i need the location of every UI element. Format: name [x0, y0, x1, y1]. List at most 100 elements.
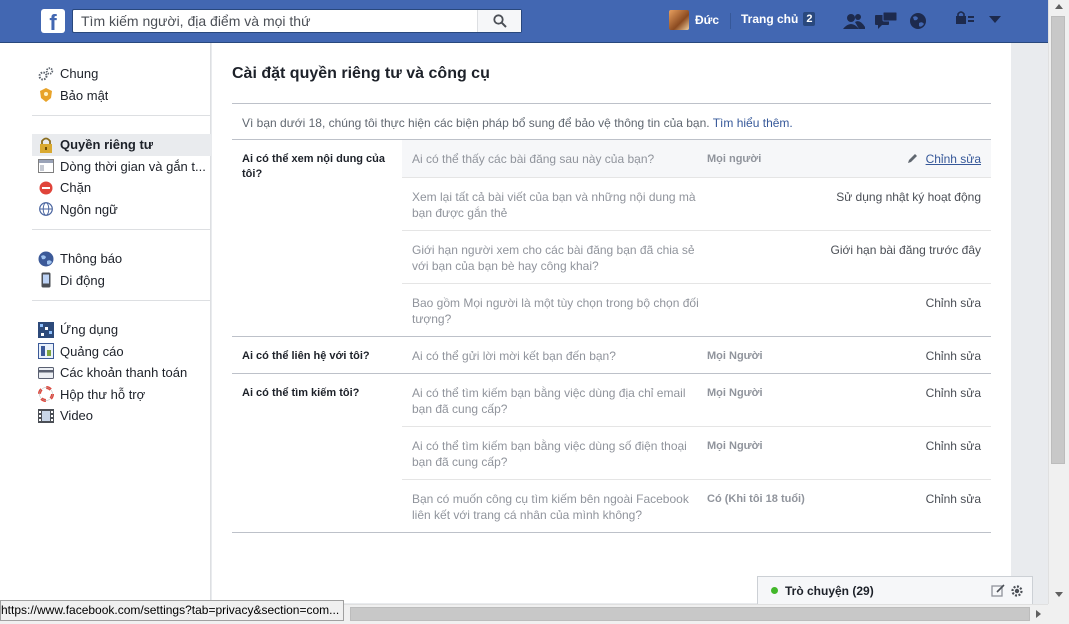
settings-sidebar: Chung Bảo mật Quyền riêng tư Dòng thời gian…: [0, 43, 211, 603]
sidebar-item-label: Các khoản thanh toán: [60, 365, 188, 381]
sidebar-item-cac-khoan-thanh-toan[interactable]: Các khoản thanh toán: [32, 362, 211, 384]
settings-content: Cài đặt quyền riêng tư và công cụ Vì bạn…: [212, 43, 1011, 603]
setting-row[interactable]: Ai có thể gửi lời mời kết bạn đến bạn? Mọ…: [402, 337, 991, 373]
sidebar-item-chung[interactable]: Chung: [32, 63, 211, 85]
setting-value: Mọi Người: [707, 349, 763, 362]
lifebuoy-icon: [38, 386, 54, 403]
setting-row[interactable]: Xem lại tất cả bài viết của bạn và những…: [402, 178, 991, 231]
scrollbar-corner: [1048, 604, 1069, 624]
vertical-scroll-thumb[interactable]: [1051, 16, 1065, 464]
search-icon: [492, 14, 507, 28]
sidebar-item-thong-bao[interactable]: Thông báo: [32, 248, 211, 270]
home-label: Trang chủ: [741, 12, 799, 26]
settings-section: Ai có thể tìm kiếm tôi? Ai có thể tìm kiế…: [232, 374, 991, 533]
sidebar-item-quang-cao[interactable]: Quảng cáo: [32, 341, 211, 363]
settings-section: Ai có thể liên hệ với tôi? Ai có thể gửi …: [232, 337, 991, 374]
sidebar-item-label: Video: [60, 408, 94, 424]
security-badge-icon: [38, 87, 54, 103]
sidebar-item-di-dong[interactable]: Di động: [32, 270, 211, 292]
setting-row[interactable]: Bạn có muốn công cụ tìm kiếm bên ngoài F…: [402, 480, 991, 532]
scroll-right-icon[interactable]: [1036, 610, 1041, 618]
apps-icon: [38, 321, 54, 338]
topbar-divider: [730, 13, 731, 29]
setting-value: Có (Khi tôi 18 tuổi): [707, 492, 805, 505]
vertical-scrollbar[interactable]: [1048, 0, 1069, 604]
setting-value: Mọi người: [707, 153, 762, 165]
setting-value: Mọi Người: [707, 439, 763, 452]
edit-setting-link[interactable]: Chỉnh sửa: [926, 439, 981, 453]
friend-requests-button[interactable]: [843, 11, 865, 31]
gear-icon[interactable]: [1010, 584, 1024, 598]
setting-action-cell: Chỉnh sửa: [817, 348, 981, 364]
section-title: Ai có thể tìm kiếm tôi?: [242, 386, 360, 399]
sidebar-item-label: Ứng dụng: [60, 322, 119, 338]
sidebar-item-label: Chặn: [60, 180, 92, 196]
scroll-down-icon[interactable]: [1055, 592, 1063, 597]
edit-setting-link[interactable]: Chỉnh sửa: [926, 386, 981, 400]
home-link[interactable]: Trang chủ 2: [741, 12, 816, 26]
compose-icon[interactable]: [991, 583, 1005, 598]
sidebar-group: Ứng dụng Quảng cáo Các khoản thanh toán Hộp…: [32, 301, 211, 436]
chat-label: Trò chuyện (29): [785, 583, 874, 598]
sidebar-item-label: Bảo mật: [60, 87, 109, 103]
sidebar-item-label: Chung: [60, 66, 99, 82]
globe-icon: [38, 201, 54, 217]
block-icon: [38, 180, 54, 196]
sidebar-item-bao-mat[interactable]: Bảo mật: [32, 85, 211, 107]
sidebar-item-hop-thu-ho-tro[interactable]: Hộp thư hỗ trợ: [32, 384, 211, 406]
sidebar-item-quyen-rieng-tu[interactable]: Quyền riêng tư: [32, 134, 211, 156]
setting-question: Giới hạn người xem cho các bài đăng bạn …: [412, 242, 695, 273]
profile-name: Đức: [695, 13, 720, 27]
online-status-dot: [771, 587, 778, 594]
facebook-logo-icon[interactable]: f: [41, 9, 65, 33]
topbar-jewels: [843, 11, 929, 31]
sidebar-item-label: Di động: [60, 272, 105, 288]
edit-setting-link[interactable]: Giới hạn bài đăng trước đây: [830, 243, 981, 257]
setting-row[interactable]: Ai có thể tìm kiếm bạn bằng việc dùng số…: [402, 427, 991, 480]
setting-row[interactable]: Bao gồm Mọi người là một tùy chọn trong …: [402, 284, 991, 336]
chevron-down-icon: [989, 15, 1001, 23]
horizontal-scroll-thumb[interactable]: [350, 607, 1030, 621]
privacy-shortcuts-button[interactable]: [955, 11, 975, 28]
friends-icon: [843, 14, 865, 29]
scroll-up-icon[interactable]: [1055, 4, 1063, 9]
sidebar-item-dong-thoi-gian-va-gan-t[interactable]: Dòng thời gian và gắn t...: [32, 156, 211, 178]
account-menu-button[interactable]: [989, 13, 1001, 27]
film-icon: [38, 408, 54, 424]
messages-button[interactable]: [875, 11, 897, 31]
profile-link[interactable]: Đức: [669, 10, 719, 30]
setting-question: Bao gồm Mọi người là một tùy chọn trong …: [412, 295, 699, 326]
edit-setting-link[interactable]: Sử dụng nhật ký hoạt động: [836, 190, 981, 204]
search-box: [72, 9, 522, 33]
learn-more-link[interactable]: Tìm hiểu thêm.: [713, 116, 793, 130]
edit-setting-link[interactable]: Chỉnh sửa: [926, 349, 981, 363]
setting-question: Bạn có muốn công cụ tìm kiếm bên ngoài F…: [412, 491, 689, 522]
edit-setting-link[interactable]: Chỉnh sửa: [926, 492, 981, 506]
sidebar-item-label: Hộp thư hỗ trợ: [60, 386, 146, 402]
sidebar-item-ung-dung[interactable]: Ứng dụng: [32, 319, 211, 341]
edit-setting-link[interactable]: Chỉnh sửa: [926, 152, 981, 166]
edit-setting-link[interactable]: Chỉnh sửa: [926, 296, 981, 310]
sidebar-item-video[interactable]: Video: [32, 405, 211, 427]
notification-globe-icon: [38, 251, 54, 267]
search-button[interactable]: [477, 10, 521, 32]
section-title: Ai có thể liên hệ với tôi?: [242, 349, 370, 362]
section-rows: Ai có thể thấy các bài đăng sau này của …: [402, 140, 991, 336]
sidebar-item-chan[interactable]: Chặn: [32, 177, 211, 199]
minor-notice: Vì bạn dưới 18, chúng tôi thực hiện các …: [232, 103, 991, 140]
chat-sidebar-toggle[interactable]: Trò chuyện (29): [757, 576, 1033, 604]
notifications-button[interactable]: [907, 11, 929, 31]
setting-question: Ai có thể tìm kiếm bạn bằng việc dùng đị…: [412, 385, 686, 416]
setting-action-cell: Sử dụng nhật ký hoạt động: [817, 189, 981, 221]
globe-icon: [910, 13, 926, 29]
search-input[interactable]: [73, 10, 477, 32]
setting-row[interactable]: Ai có thể tìm kiếm bạn bằng việc dùng đị…: [402, 374, 991, 427]
sidebar-item-ngon-ngu[interactable]: Ngôn ngữ: [32, 199, 211, 221]
setting-action-cell: Giới hạn bài đăng trước đây: [817, 242, 981, 274]
setting-action-cell: Chỉnh sửa: [817, 151, 981, 168]
setting-row[interactable]: Ai có thể thấy các bài đăng sau này của …: [402, 140, 991, 178]
credit-card-icon: [38, 365, 54, 381]
sidebar-group: Chung Bảo mật: [32, 43, 211, 116]
pencil-icon: [907, 152, 918, 168]
setting-row[interactable]: Giới hạn người xem cho các bài đăng bạn …: [402, 231, 991, 284]
